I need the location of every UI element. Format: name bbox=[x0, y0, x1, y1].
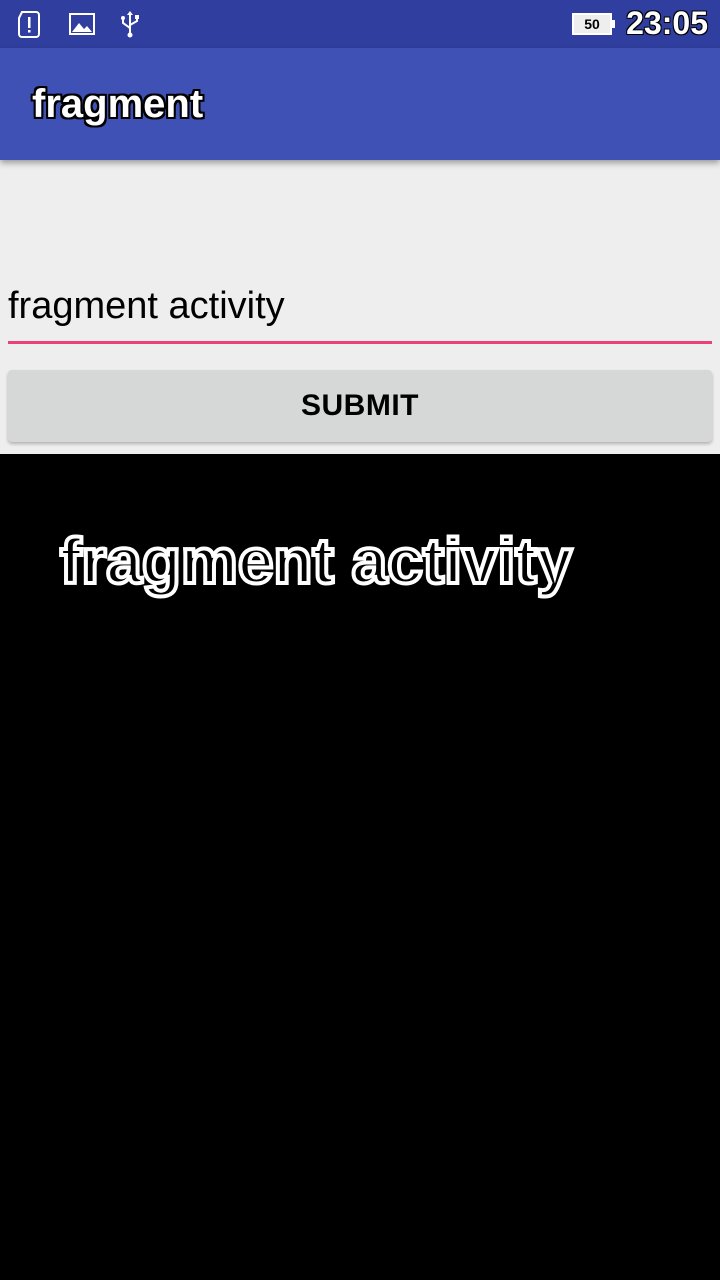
sim-alert-icon bbox=[18, 11, 40, 38]
fragment-container: fragment activity bbox=[0, 454, 720, 1280]
status-time: 23:05 bbox=[626, 5, 708, 41]
battery-level: 50 bbox=[584, 16, 600, 32]
status-bar: 50 23:05 bbox=[0, 0, 720, 48]
app-bar: fragment bbox=[0, 48, 720, 160]
fragment-text: fragment activity bbox=[58, 523, 574, 599]
content-area: SUBMIT bbox=[0, 160, 720, 454]
usb-icon bbox=[121, 11, 139, 38]
battery-icon: 50 bbox=[572, 13, 615, 35]
text-input[interactable] bbox=[8, 282, 712, 344]
app-title: fragment bbox=[32, 82, 204, 126]
image-icon bbox=[69, 13, 95, 35]
submit-button[interactable]: SUBMIT bbox=[8, 370, 712, 442]
